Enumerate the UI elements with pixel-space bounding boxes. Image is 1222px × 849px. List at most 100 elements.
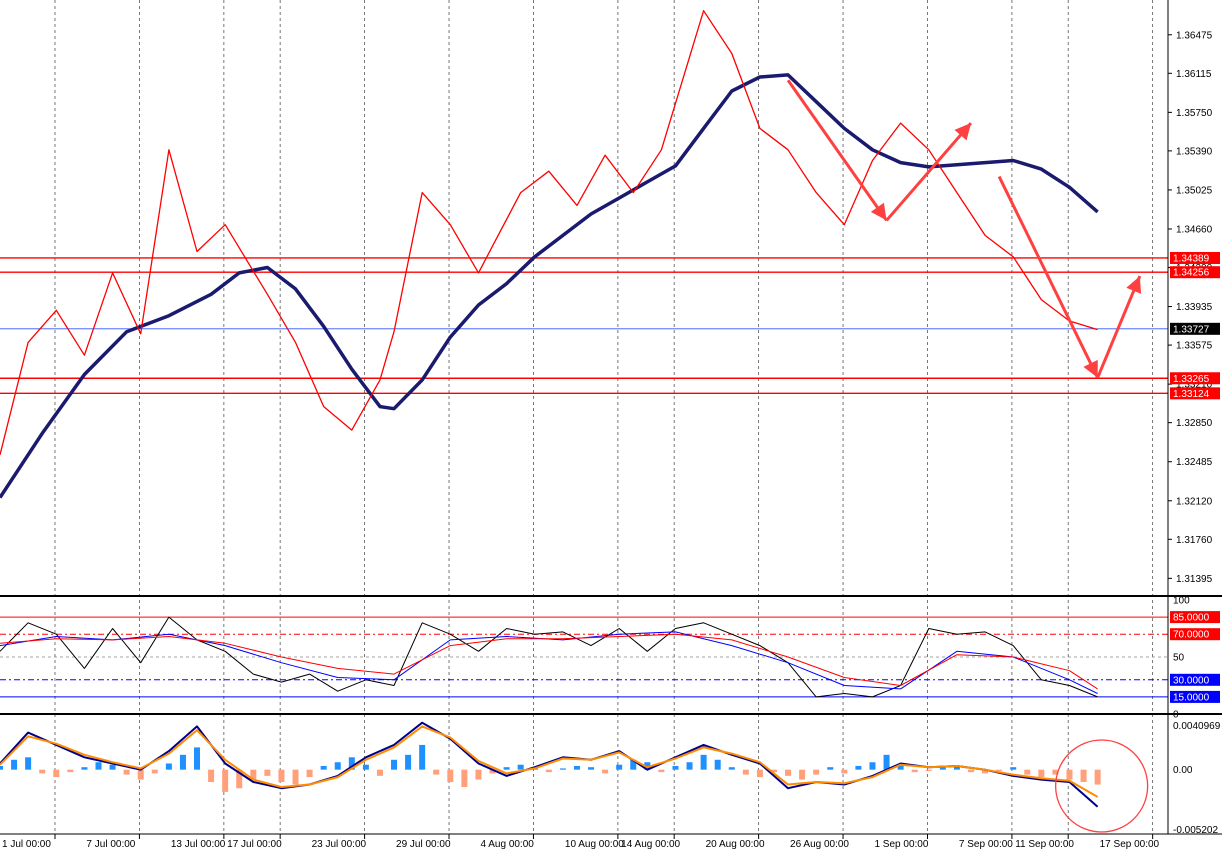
time-tick-label: 10 Aug 00:00 <box>565 839 624 849</box>
price-level-label: 1.34389 <box>1173 253 1210 264</box>
price-level-label: 1.33265 <box>1173 374 1210 385</box>
arrow-shaft <box>1096 275 1142 379</box>
oscillator-levels <box>0 616 1168 698</box>
histogram-bar <box>1094 769 1101 785</box>
price-series <box>0 73 1099 499</box>
price-tick-label: 1.35750 <box>1176 108 1213 119</box>
price-tick-label: 1.33575 <box>1176 341 1213 352</box>
macd-tick-label: 0.0040969 <box>1173 721 1221 732</box>
time-tick-label: 23 Jul 00:00 <box>312 839 367 849</box>
price-tick-label: 1.34660 <box>1176 224 1213 235</box>
time-tick-label: 7 Jul 00:00 <box>86 839 135 849</box>
histogram-bar <box>165 763 172 770</box>
price-level-label: 1.33727 <box>1173 324 1210 335</box>
histogram-bar <box>1010 767 1017 770</box>
time-tick-label: 4 Aug 00:00 <box>480 839 534 849</box>
price-tick-label: 1.31760 <box>1176 535 1213 546</box>
oscillator-level-label: 70.0000 <box>1173 630 1210 641</box>
oscillator-axis: 85.000070.000030.000015.0000100500 <box>1170 596 1220 721</box>
time-tick-label: 1 Sep 00:00 <box>874 839 928 849</box>
oscillator-panel[interactable]: 85.000070.000030.000015.0000100500 <box>0 596 1220 721</box>
histogram-bar <box>419 744 426 770</box>
histogram-bar <box>827 767 834 770</box>
price-panel[interactable]: 1.36475 1.36115 1.35750 1.35390 1.35025 1.346… <box>0 10 1220 585</box>
histogram-bar <box>545 769 552 773</box>
oscillator-line <box>0 631 1098 694</box>
histogram-bar <box>756 769 763 778</box>
histogram-bar <box>1066 769 1073 780</box>
trading-chart[interactable]: 1.36475 1.36115 1.35750 1.35390 1.35025 1.346… <box>0 0 1222 849</box>
oscillator-level-label: 15.0000 <box>1173 692 1210 703</box>
histogram-bar <box>855 765 862 770</box>
price-level-label: 1.33124 <box>1173 389 1210 400</box>
histogram-bar <box>208 769 215 783</box>
histogram-bar <box>503 767 510 770</box>
histogram-bar <box>883 754 890 770</box>
time-tick-label: 1 Jul 00:00 <box>2 839 51 849</box>
histogram-bar <box>53 769 60 778</box>
histogram-bar <box>405 754 412 770</box>
macd-panel[interactable]: 0.00409690.00-0.005202 <box>0 721 1221 836</box>
macd-series <box>0 721 1099 808</box>
histogram-bar <box>602 769 609 774</box>
histogram-bar <box>714 759 721 770</box>
histogram-bar <box>334 762 341 770</box>
histogram-bar <box>81 767 88 770</box>
histogram-bar <box>967 769 974 773</box>
oscillator-line <box>0 633 1098 690</box>
histogram-bar <box>0 765 3 770</box>
histogram-bar <box>813 769 820 775</box>
histogram-bar <box>362 764 369 770</box>
zigzag-line <box>0 10 1098 455</box>
oscillator-tick-label: 100 <box>1173 596 1190 607</box>
histogram-bar <box>742 769 749 775</box>
histogram-bar <box>391 759 398 770</box>
histogram-bar <box>728 767 735 770</box>
histogram-bar <box>461 769 468 787</box>
moving-average-line <box>0 73 1099 499</box>
arrow-shaft <box>885 122 973 222</box>
histogram-bar <box>137 769 144 780</box>
histogram-bar <box>376 769 383 776</box>
price-tick-label: 1.35025 <box>1176 185 1213 196</box>
histogram-bar <box>517 764 524 770</box>
oscillator-level-label: 30.0000 <box>1173 675 1210 686</box>
histogram-bar <box>179 754 186 770</box>
time-tick-label: 14 Aug 00:00 <box>621 839 680 849</box>
macd-line <box>0 721 1099 808</box>
time-tick-label: 26 Aug 00:00 <box>790 839 849 849</box>
price-tick-label: 1.35390 <box>1176 146 1213 157</box>
time-tick-label: 17 Sep 00:00 <box>1100 839 1160 849</box>
histogram-bar <box>799 769 806 780</box>
histogram-bar <box>1080 769 1087 783</box>
histogram-bar <box>1024 769 1031 775</box>
time-tick-label: 29 Jul 00:00 <box>396 839 451 849</box>
histogram-bar <box>616 764 623 770</box>
panel-frames <box>0 0 1222 835</box>
histogram-bar <box>11 759 18 770</box>
histogram-bar <box>264 769 271 776</box>
price-tick-label: 1.36115 <box>1176 69 1212 80</box>
time-tick-label: 11 Sep 00:00 <box>1015 839 1074 849</box>
histogram-bar <box>588 767 595 770</box>
histogram-bar <box>123 769 130 775</box>
price-axis: 1.36475 1.36115 1.35750 1.35390 1.35025 1.346… <box>1168 30 1220 585</box>
histogram-bar <box>869 762 876 770</box>
histogram-bar <box>433 769 440 775</box>
macd-axis: 0.00409690.00-0.005202 <box>1173 721 1221 836</box>
vertical-grid <box>54 0 1154 834</box>
histogram-bar <box>447 769 454 783</box>
macd-tick-label: 0.00 <box>1173 765 1193 776</box>
histogram-bar <box>292 769 299 785</box>
histogram-bar <box>658 769 665 773</box>
time-tick-label: 13 Jul 00:00 <box>171 839 226 849</box>
histogram-bar <box>785 769 792 776</box>
oscillator-level-label: 85.0000 <box>1173 613 1210 624</box>
price-levels <box>0 257 1168 395</box>
price-tick-label: 1.36475 <box>1176 30 1213 41</box>
histogram-bar <box>841 769 848 774</box>
histogram-bar <box>925 769 932 771</box>
histogram-bar <box>222 769 229 792</box>
histogram-bar <box>573 765 580 770</box>
histogram-bar <box>39 769 46 774</box>
